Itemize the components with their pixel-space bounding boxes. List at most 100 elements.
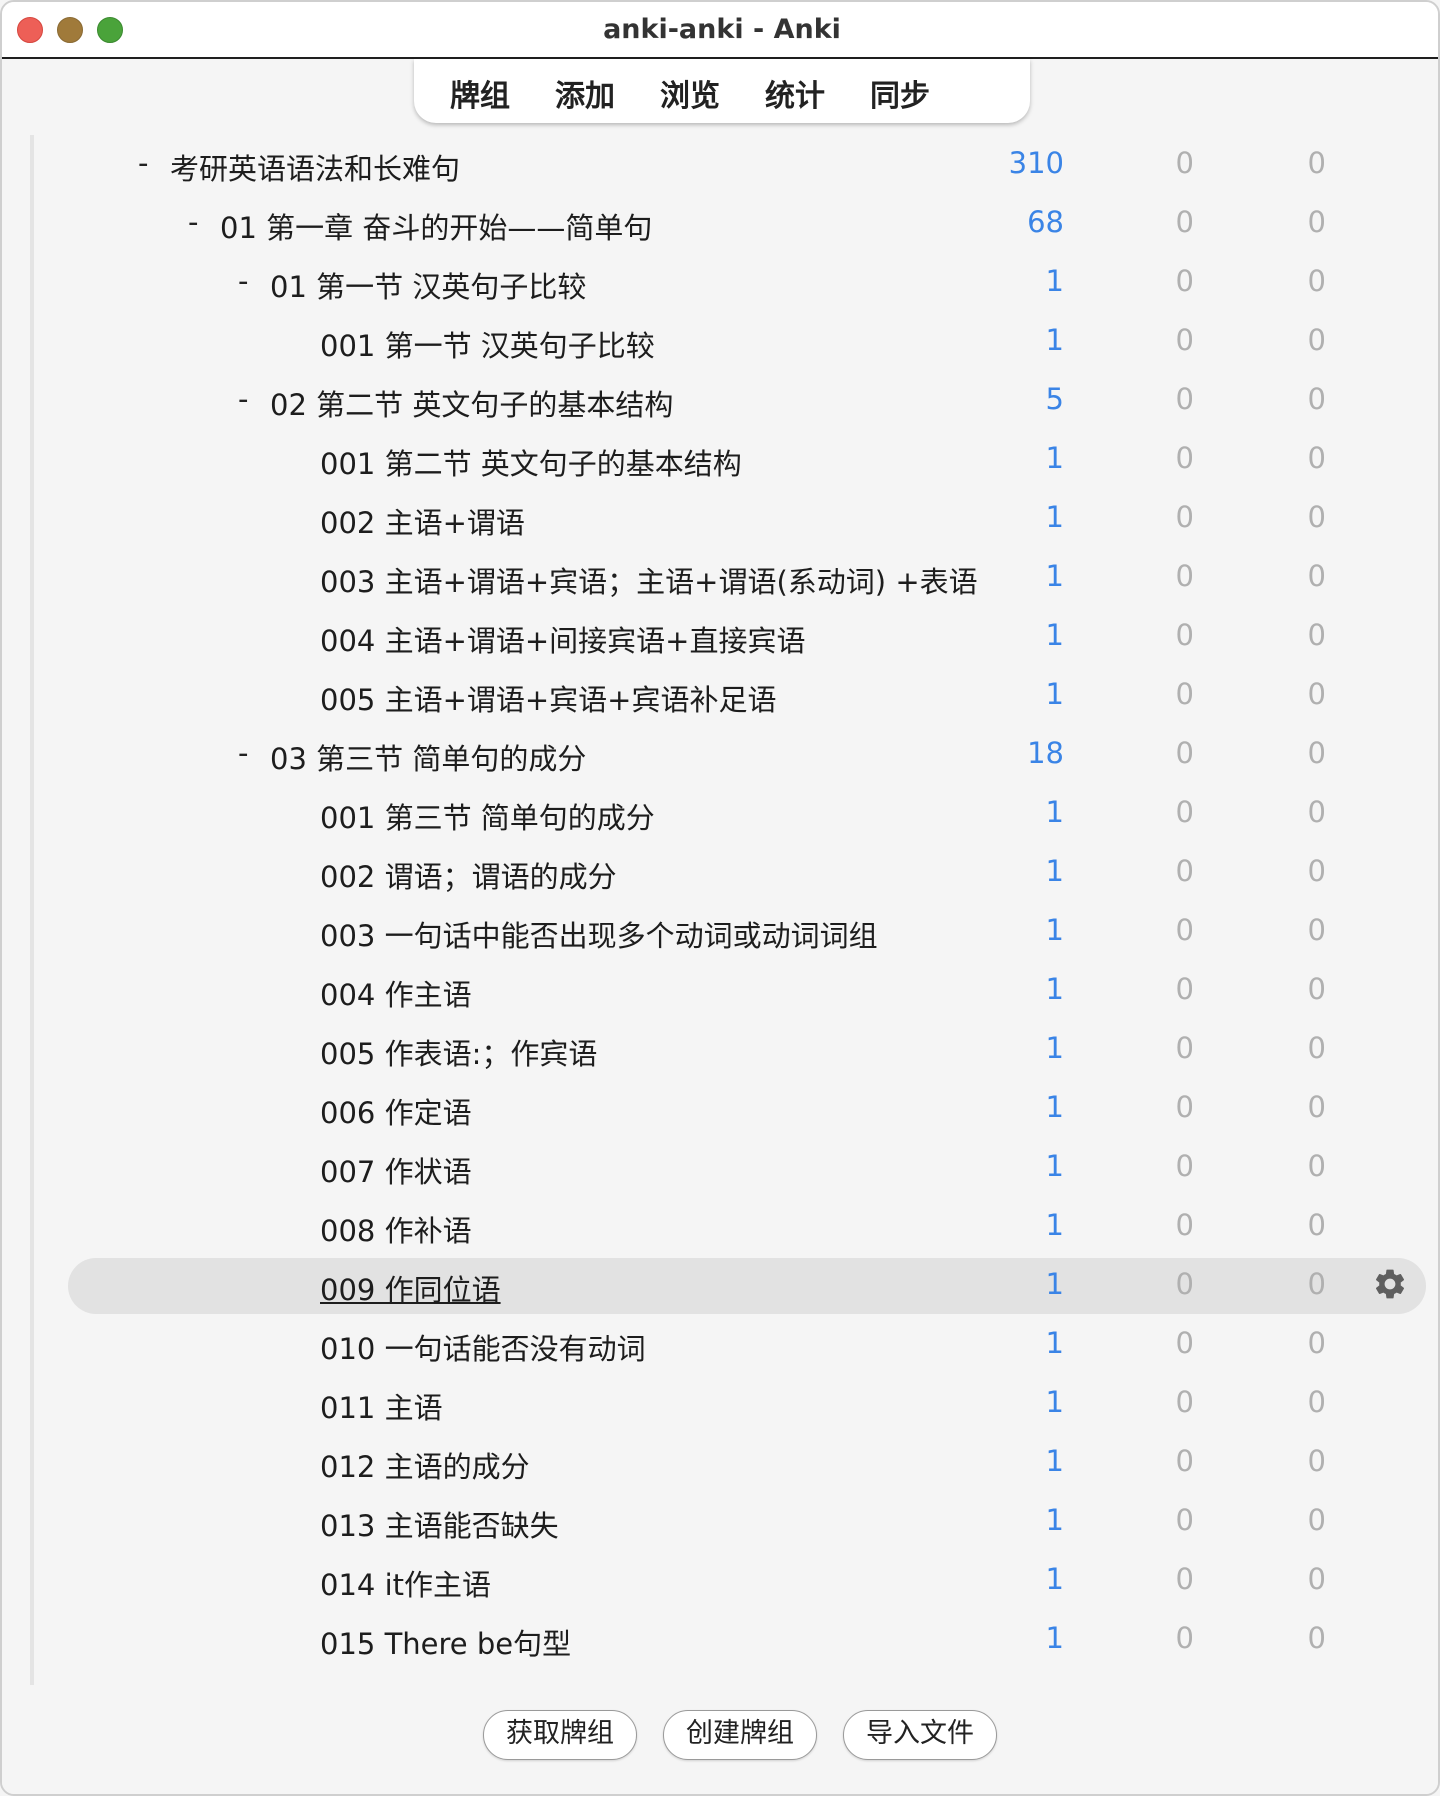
anki-window: anki-anki - Anki 牌组 添加 浏览 统计 同步 - 考研英语语法和… [0,0,1440,1796]
tab-sync[interactable]: 同步 [866,71,934,115]
deck-row[interactable]: 015 There be句型 1 0 0 [34,1610,1434,1669]
get-shared-button[interactable]: 获取牌组 [483,1710,637,1760]
deck-name[interactable]: 004 作主语 [320,972,472,1014]
deck-row[interactable]: 011 主语 1 0 0 [34,1374,1434,1433]
import-file-button[interactable]: 导入文件 [843,1710,997,1760]
deck-name[interactable]: 014 it作主语 [320,1562,491,1604]
deck-row[interactable]: -01 第一节 汉英句子比较 1 0 0 [34,253,1434,312]
deck-row[interactable]: 016 被动语序100 [34,1669,1434,1685]
deck-name[interactable]: 01 第一章 奋斗的开始——简单句 [220,205,652,247]
deck-name[interactable]: 007 作状语 [320,1149,472,1191]
new-count: 0 [1175,854,1194,888]
deck-row[interactable]: 010 一句话能否没有动词 1 0 0 [34,1315,1434,1374]
due-count: 1 [1045,1267,1064,1301]
deck-row[interactable]: 007 作状语 1 0 0 [34,1138,1434,1197]
deck-row[interactable]: 005 主语+谓语+宾语+宾语补足语 1 0 0 [34,666,1434,725]
deck-name[interactable]: 011 主语 [320,1385,443,1427]
collapse-toggle[interactable]: - [138,146,148,180]
due-count: 1 [1045,972,1064,1006]
create-deck-button[interactable]: 创建牌组 [663,1710,817,1760]
deck-row[interactable]: 001 第二节 英文句子的基本结构 1 0 0 [34,430,1434,489]
learn-count: 0 [1307,205,1326,239]
tab-decks[interactable]: 牌组 [446,71,514,115]
deck-name[interactable]: 005 主语+谓语+宾语+宾语补足语 [320,677,776,719]
new-count: 0 [1175,264,1194,298]
collapse-toggle[interactable]: - [188,205,198,239]
learn-count: 0 [1307,441,1326,475]
deck-row[interactable]: 006 作定语 1 0 0 [34,1079,1434,1138]
new-count: 0 [1175,1562,1194,1596]
deck-name[interactable]: 01 第一节 汉英句子比较 [270,264,586,306]
due-count: 1 [1045,1385,1064,1419]
deck-name[interactable]: 010 一句话能否没有动词 [320,1326,646,1368]
learn-count: 0 [1307,559,1326,593]
deck-name[interactable]: 009 作同位语 [320,1267,501,1309]
learn-count: 0 [1307,854,1326,888]
learn-count: 0 [1307,264,1326,298]
new-count: 0 [1175,736,1194,770]
deck-name[interactable]: 008 作补语 [320,1208,472,1250]
deck-name[interactable]: 002 主语+谓语 [320,500,525,542]
deck-row[interactable]: 005 作表语:；作宾语 1 0 0 [34,1020,1434,1079]
deck-row[interactable]: -01 第一章 奋斗的开始——简单句 68 0 0 [34,194,1434,253]
deck-name[interactable]: 013 主语能否缺失 [320,1503,559,1545]
deck-row[interactable]: 001 第三节 简单句的成分 1 0 0 [34,784,1434,843]
gear-icon[interactable] [1372,1266,1408,1302]
deck-name[interactable]: 003 主语+谓语+宾语；主语+谓语(系动词) +表语 [320,559,978,601]
deck-row[interactable]: 003 一句话中能否出现多个动词或动词词组 1 0 0 [34,902,1434,961]
deck-row[interactable]: 008 作补语 1 0 0 [34,1197,1434,1256]
deck-name[interactable]: 003 一句话中能否出现多个动词或动词词组 [320,913,878,955]
collapse-toggle[interactable]: - [238,736,248,770]
deck-row[interactable]: 002 谓语；谓语的成分 1 0 0 [34,843,1434,902]
learn-count: 0 [1307,913,1326,947]
deck-row[interactable]: 002 主语+谓语 1 0 0 [34,489,1434,548]
collapse-toggle[interactable]: - [238,382,248,416]
deck-name[interactable]: 001 第三节 简单句的成分 [320,795,655,837]
deck-row[interactable]: -03 第三节 简单句的成分 18 0 0 [34,725,1434,784]
deck-row[interactable]: 009 作同位语 1 0 0 [34,1256,1434,1315]
deck-name[interactable]: 03 第三节 简单句的成分 [270,736,586,778]
deck-name[interactable]: 012 主语的成分 [320,1444,530,1486]
deck-name[interactable]: 02 第二节 英文句子的基本结构 [270,382,673,424]
learn-count: 0 [1307,736,1326,770]
deck-name[interactable]: 005 作表语:；作宾语 [320,1031,597,1073]
deck-name[interactable]: 001 第一节 汉英句子比较 [320,323,655,365]
deck-row[interactable]: - 考研英语语法和长难句 310 0 0 [34,135,1434,194]
due-count: 1 [1045,559,1064,593]
tab-browse[interactable]: 浏览 [656,71,724,115]
deck-name[interactable]: 002 谓语；谓语的成分 [320,854,617,896]
new-count: 0 [1175,1208,1194,1242]
learn-count: 0 [1307,677,1326,711]
learn-count: 0 [1307,1031,1326,1065]
learn-count: 0 [1307,1621,1326,1655]
deck-row[interactable]: 012 主语的成分 1 0 0 [34,1433,1434,1492]
deck-row[interactable]: 003 主语+谓语+宾语；主语+谓语(系动词) +表语 1 0 0 [34,548,1434,607]
learn-count: 0 [1307,972,1326,1006]
due-count: 68 [1027,205,1064,239]
due-count: 1 [1045,677,1064,711]
deck-row[interactable]: 004 主语+谓语+间接宾语+直接宾语 1 0 0 [34,607,1434,666]
deck-row[interactable]: 001 第一节 汉英句子比较 1 0 0 [34,312,1434,371]
tab-add[interactable]: 添加 [551,71,619,115]
deck-row[interactable]: 014 it作主语 1 0 0 [34,1551,1434,1610]
deck-name[interactable]: 015 There be句型 [320,1621,571,1663]
deck-name[interactable]: 考研英语语法和长难句 [170,146,460,188]
new-count: 0 [1175,972,1194,1006]
collapse-toggle[interactable]: - [238,264,248,298]
deck-name[interactable]: 006 作定语 [320,1090,472,1132]
deck-row[interactable]: -02 第二节 英文句子的基本结构 5 0 0 [34,371,1434,430]
deck-row[interactable]: 013 主语能否缺失 1 0 0 [34,1492,1434,1551]
due-count: 1 [1045,1503,1064,1537]
tab-stats[interactable]: 统计 [761,71,829,115]
deck-row[interactable]: 004 作主语 1 0 0 [34,961,1434,1020]
new-count: 0 [1175,146,1194,180]
learn-count: 0 [1307,500,1326,534]
learn-count: 0 [1307,1444,1326,1478]
deck-name[interactable]: 004 主语+谓语+间接宾语+直接宾语 [320,618,805,660]
due-count: 5 [1045,382,1064,416]
new-count: 0 [1175,1267,1194,1301]
learn-count: 0 [1307,618,1326,652]
due-count: 1 [1045,1090,1064,1124]
deck-name[interactable]: 001 第二节 英文句子的基本结构 [320,441,742,483]
new-count: 0 [1175,1326,1194,1360]
